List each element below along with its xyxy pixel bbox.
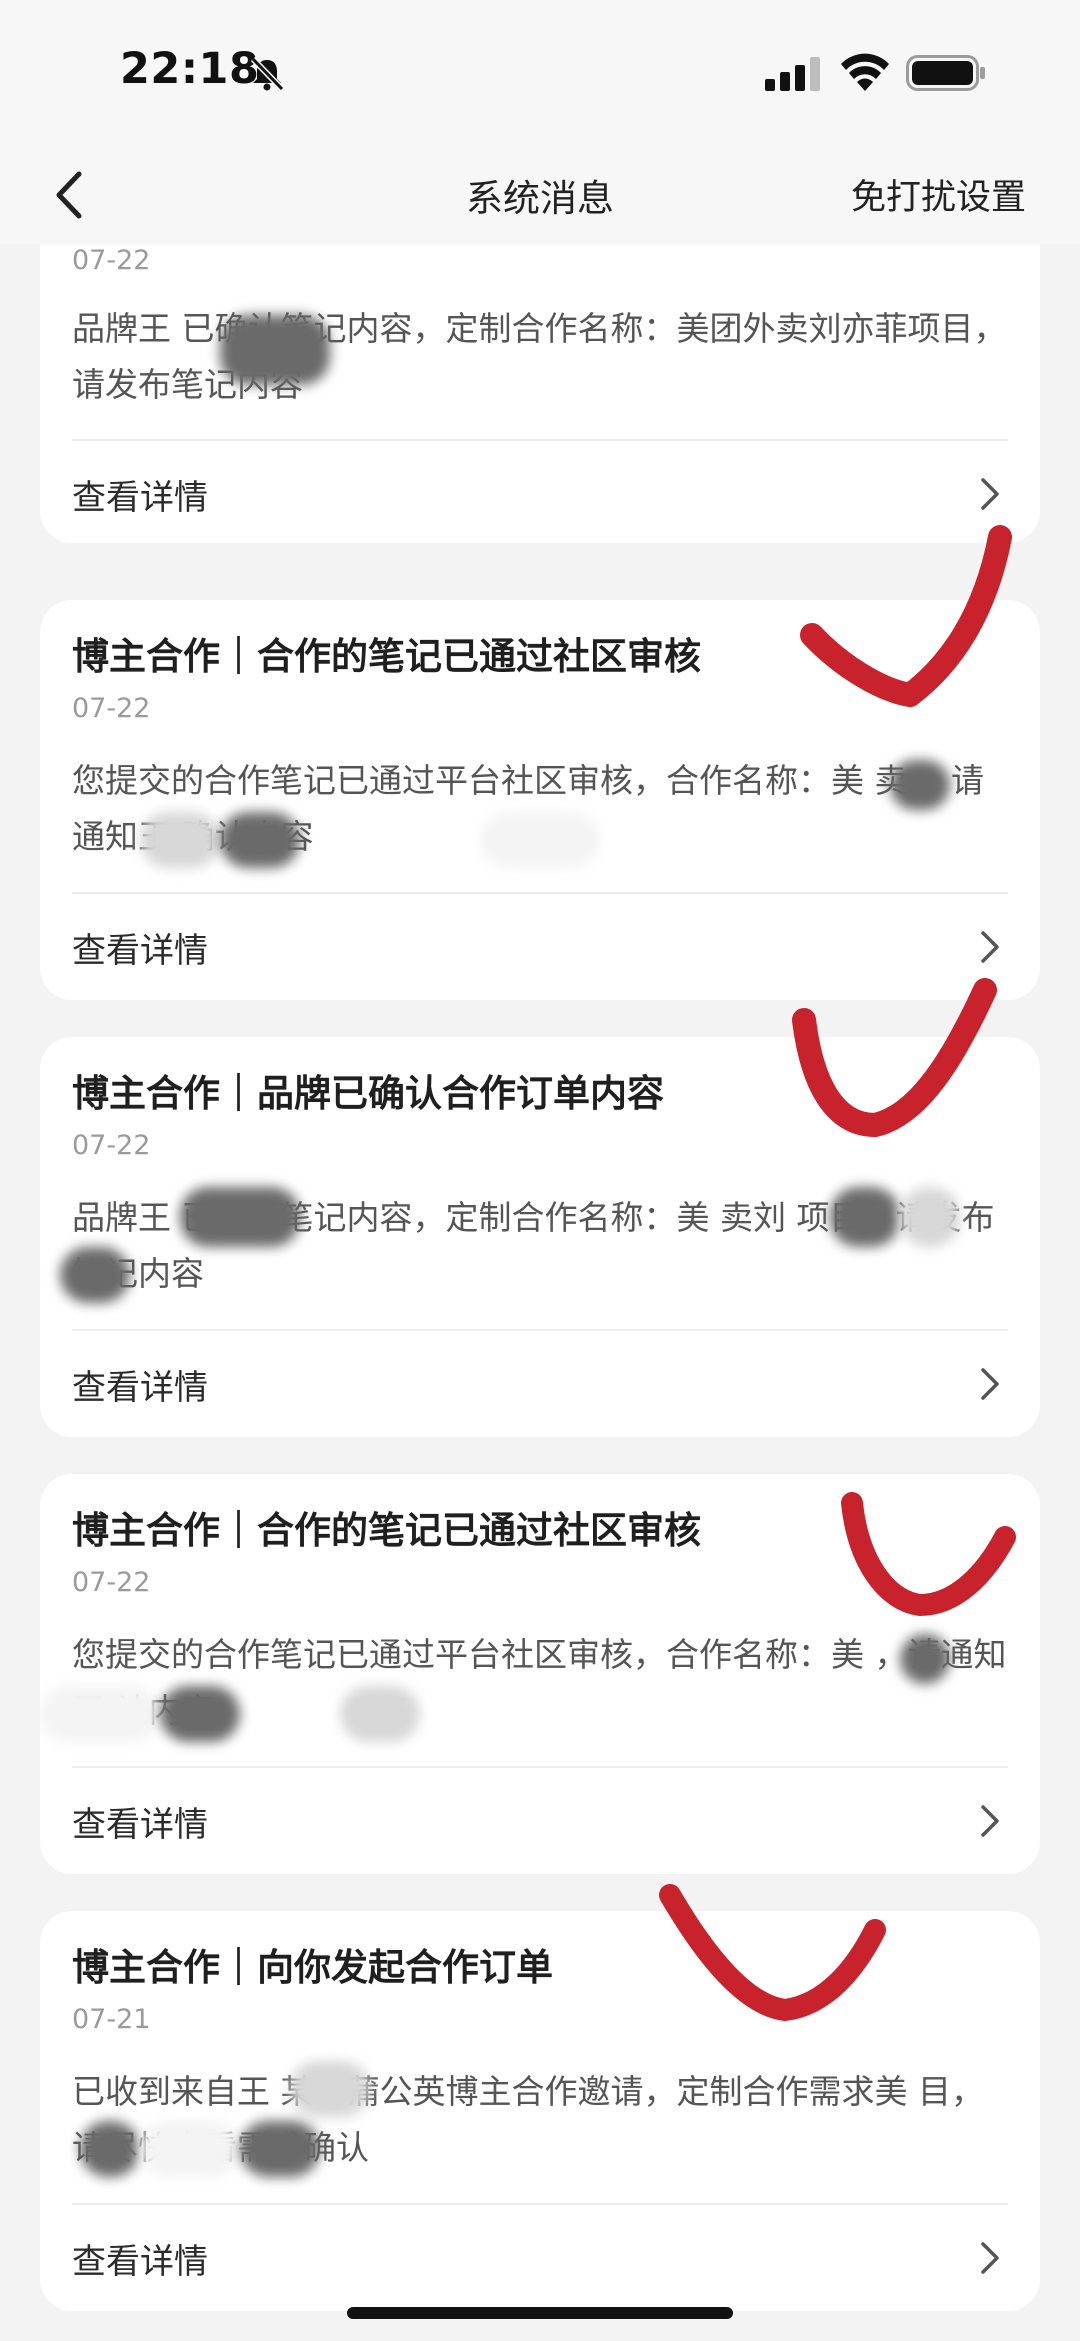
nav-bar: 系统消息 免打扰设置 <box>0 145 1080 245</box>
view-details-label: 查看详情 <box>72 1367 208 1408</box>
message-date: 07-22 <box>72 693 151 724</box>
message-date: 07-22 <box>72 1567 151 1598</box>
view-details-label: 查看详情 <box>72 1804 208 1845</box>
red-check-mark-icon <box>792 978 997 1137</box>
view-details-label: 查看详情 <box>72 2241 208 2282</box>
message-title: 博主合作｜向你发起合作订单 <box>72 1946 553 1989</box>
red-check-mark-icon <box>841 1492 1016 1616</box>
chevron-right-icon <box>981 1368 999 1400</box>
redaction-blur <box>80 2121 140 2177</box>
message-title: 博主合作｜合作的笔记已通过社区审核 <box>72 635 701 678</box>
redaction-blur <box>220 812 300 868</box>
chevron-right-icon <box>981 2242 999 2274</box>
message-date: 07-22 <box>72 245 151 276</box>
chevron-right-icon <box>981 478 999 510</box>
message-card: 07-22 品牌王 已确认笔记内容，定制合作名称：美团外卖刘亦菲项目，请发布笔记… <box>40 245 1040 543</box>
battery-icon <box>906 55 985 91</box>
message-date: 07-21 <box>72 2004 151 2035</box>
status-bar: 22:18 <box>0 0 1080 145</box>
message-date: 07-22 <box>72 1130 151 1161</box>
redaction-blur <box>160 1686 240 1742</box>
view-details-row[interactable]: 查看详情 <box>72 1768 1008 1874</box>
redaction-blur <box>140 812 220 868</box>
view-details-row[interactable]: 查看详情 <box>72 2205 1008 2311</box>
message-title: 博主合作｜合作的笔记已通过社区审核 <box>72 1509 701 1552</box>
view-details-label: 查看详情 <box>72 477 208 518</box>
redaction-blur <box>830 1187 900 1247</box>
redaction-blur <box>220 315 330 385</box>
view-details-label: 查看详情 <box>72 930 208 971</box>
do-not-disturb-settings-button[interactable]: 免打扰设置 <box>851 169 1026 220</box>
redaction-blur <box>240 2121 320 2177</box>
message-title: 博主合作｜品牌已确认合作订单内容 <box>72 1072 664 1115</box>
redaction-blur <box>180 1187 300 1247</box>
mute-bell-icon <box>250 56 285 92</box>
chevron-right-icon <box>981 1805 999 1837</box>
home-indicator[interactable] <box>347 2307 733 2319</box>
redaction-blur <box>60 1247 130 1303</box>
redaction-blur <box>290 2061 370 2117</box>
red-check-mark-icon <box>800 525 1012 707</box>
redaction-blur <box>900 1187 960 1247</box>
message-body: 品牌王 已确认笔记内容，定制合作名称：美团外卖刘亦菲项目，请发布笔记内容 <box>72 309 1007 404</box>
chevron-right-icon <box>981 931 999 963</box>
red-check-mark-icon <box>659 1884 886 2021</box>
wifi-icon <box>841 53 889 91</box>
redaction-blur <box>140 2121 240 2177</box>
message-list: 07-22 品牌王 已确认笔记内容，定制合作名称：美团外卖刘亦菲项目，请发布笔记… <box>0 245 1080 2341</box>
redaction-blur <box>480 812 600 868</box>
view-details-row[interactable]: 查看详情 <box>72 1331 1008 1437</box>
redaction-blur <box>890 760 950 810</box>
status-time: 22:18 <box>120 44 260 94</box>
redaction-blur <box>40 1686 160 1742</box>
cellular-signal-icon <box>765 57 820 91</box>
redaction-blur <box>340 1686 420 1742</box>
